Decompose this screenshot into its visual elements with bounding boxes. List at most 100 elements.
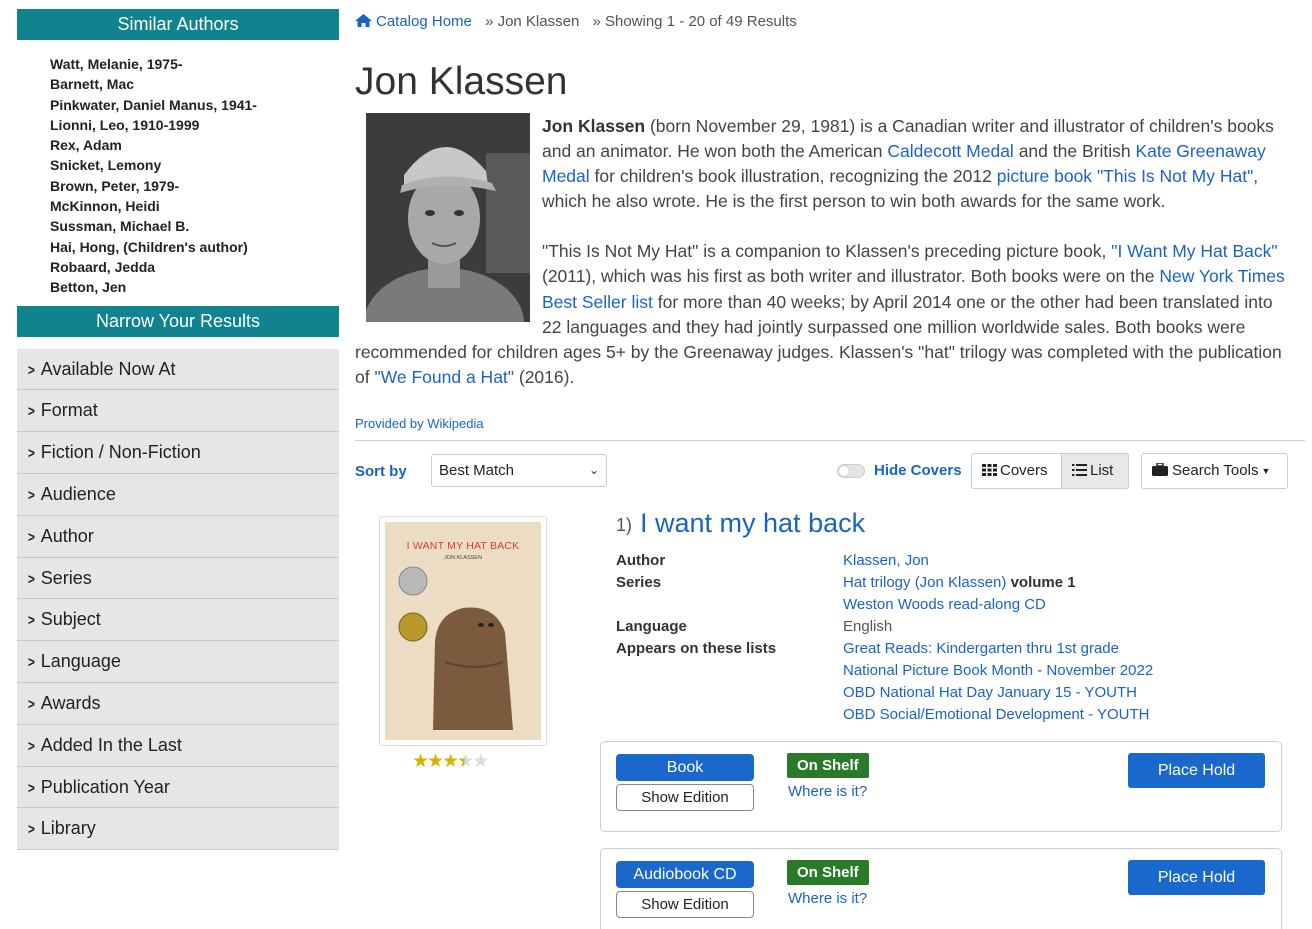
facet-available-now-at[interactable]: > Available Now At [17,348,339,391]
breadcrumb-separator: » [485,13,494,30]
similar-author-link[interactable]: Lionni, Leo, 1910-1999 [50,115,339,135]
facet-author[interactable]: > Author [17,515,339,558]
similar-author-link[interactable]: Betton, Jen [50,277,339,297]
facet-label: Fiction / Non-Fiction [40,442,201,463]
star-icon: ★ [457,751,474,772]
star-rating[interactable]: ★★★★★ [412,750,489,773]
bio-text: (2011), which was his first as both writ… [542,266,1160,287]
breadcrumb-separator: » [592,13,601,30]
breadcrumb-results: Showing 1 - 20 of 49 Results [604,13,797,30]
similar-author-link[interactable]: Rex, Adam [50,135,339,155]
picture-book-link[interactable]: picture book [997,166,1092,186]
facet-series[interactable]: > Series [17,557,339,600]
list-link[interactable]: OBD Social/Emotional Development - YOUTH [843,706,1150,723]
sort-select[interactable]: Best Match ⌄ [431,454,607,487]
series-volume: volume 1 [1010,574,1076,591]
format-button[interactable]: Audiobook CD [616,861,754,888]
similar-author-link[interactable]: Barnett, Mac [50,74,339,94]
narrow-results-header: Narrow Your Results [17,305,339,337]
star-icon: ★ [427,751,444,772]
similar-authors-list: Watt, Melanie, 1975- Barnett, Mac Pinkwa… [17,40,339,306]
facet-format[interactable]: > Format [17,390,339,433]
place-hold-button[interactable]: Place Hold [1128,860,1265,895]
chevron-right-icon: > [27,486,35,504]
series-label: Series [616,574,662,591]
book-cover[interactable]: I WANT MY HAT BACK JON KLASSEN [379,516,547,746]
chevron-right-icon: > [27,528,35,546]
similar-author-link[interactable]: Sussman, Michael B. [50,216,339,236]
facet-awards[interactable]: > Awards [17,682,339,725]
facet-library[interactable]: > Library [17,808,339,851]
covers-label: Covers [1000,462,1048,479]
facet-label: Library [40,818,96,839]
bio-text: (2016). [514,366,575,387]
similar-author-link[interactable]: McKinnon, Heidi [50,196,339,216]
format-button[interactable]: Book [616,754,754,781]
star-icon: ★ [412,751,429,772]
bio-text: and the British [1013,141,1136,162]
section-divider [355,440,1305,441]
list-link[interactable]: National Picture Book Month - November 2… [843,662,1153,679]
facet-publication-year[interactable]: > Publication Year [17,766,339,809]
similar-authors-header: Similar Authors [17,9,339,40]
chevron-down-icon: ⌄ [588,463,599,477]
series-link[interactable]: Weston Woods read-along CD [843,596,1046,613]
result-title-link[interactable]: I want my hat back [640,508,865,539]
show-edition-button[interactable]: Show Edition [616,784,754,811]
place-hold-button[interactable]: Place Hold [1128,753,1265,788]
facet-label: Author [40,525,94,546]
caldecott-link[interactable]: Caldecott Medal [887,141,1013,161]
facet-list: > Available Now At > Format > Fiction / Non… [17,348,339,851]
star-icon: ★ [442,751,459,772]
breadcrumb-author: Jon Klassen [497,13,580,30]
series-value: Hat trilogy (Jon Klassen) volume 1 [843,574,1076,591]
bio-text: for children's book illustration, recogn… [589,166,997,187]
bio-name: Jon Klassen [542,116,646,136]
list-link[interactable]: Great Reads: Kindergarten thru 1st grade [843,640,1119,657]
status-badge: On Shelf [787,753,869,778]
where-is-it-link[interactable]: Where is it? [788,890,867,907]
similar-author-link[interactable]: Brown, Peter, 1979- [50,176,339,196]
facet-fiction-nonfiction[interactable]: > Fiction / Non-Fiction [17,432,339,474]
sort-label: Sort by [355,463,407,480]
chevron-right-icon: > [27,821,35,839]
provided-by-wikipedia-link[interactable]: Provided by Wikipedia [355,416,484,431]
list-link[interactable]: OBD National Hat Day January 15 - YOUTH [843,684,1137,701]
facet-label: Series [40,567,92,588]
sort-select-value: Best Match [439,462,515,479]
search-tools-label: Search Tools [1172,462,1259,479]
facet-label: Audience [40,483,116,504]
facet-added-in-last[interactable]: > Added In the Last [17,724,339,767]
show-edition-button[interactable]: Show Edition [616,891,754,918]
chevron-right-icon: > [27,361,35,379]
similar-author-link[interactable]: Pinkwater, Daniel Manus, 1941- [50,95,339,115]
hide-covers-toggle[interactable] [837,464,865,478]
caret-down-icon: ▼ [1261,466,1271,476]
facet-audience[interactable]: > Audience [17,473,339,516]
author-link[interactable]: Klassen, Jon [843,552,929,569]
similar-author-link[interactable]: Hai, Hong, (Children's author) [50,237,339,257]
catalog-home-link[interactable]: Catalog Home [376,13,472,30]
facet-language[interactable]: > Language [17,641,339,683]
search-tools-button[interactable]: Search Tools ▼ [1141,453,1288,489]
similar-author-link[interactable]: Robaard, Jedda [50,257,339,277]
facet-label: Publication Year [40,776,170,797]
list-icon [1072,464,1087,476]
similar-author-link[interactable]: Watt, Melanie, 1975- [50,54,339,74]
list-view-button[interactable]: List [1061,453,1129,489]
series-link[interactable]: Hat trilogy (Jon Klassen) [843,574,1006,591]
similar-author-link[interactable]: Snicket, Lemony [50,155,339,175]
we-found-a-hat-link[interactable]: "We Found a Hat" [374,367,514,387]
covers-view-button[interactable]: Covers [971,453,1062,489]
this-is-not-my-hat-link[interactable]: "This Is Not My Hat" [1097,166,1253,186]
result-number: 1) [616,515,633,535]
facet-subject[interactable]: > Subject [17,599,339,642]
facet-label: Language [40,651,121,672]
chevron-right-icon: > [27,654,35,672]
hide-covers-label[interactable]: Hide Covers [874,462,962,479]
facet-label: Format [40,400,98,421]
chevron-right-icon: > [27,445,35,463]
i-want-my-hat-back-link[interactable]: "I Want My Hat Back" [1111,241,1277,261]
chevron-right-icon: > [27,570,35,588]
where-is-it-link[interactable]: Where is it? [788,783,867,800]
